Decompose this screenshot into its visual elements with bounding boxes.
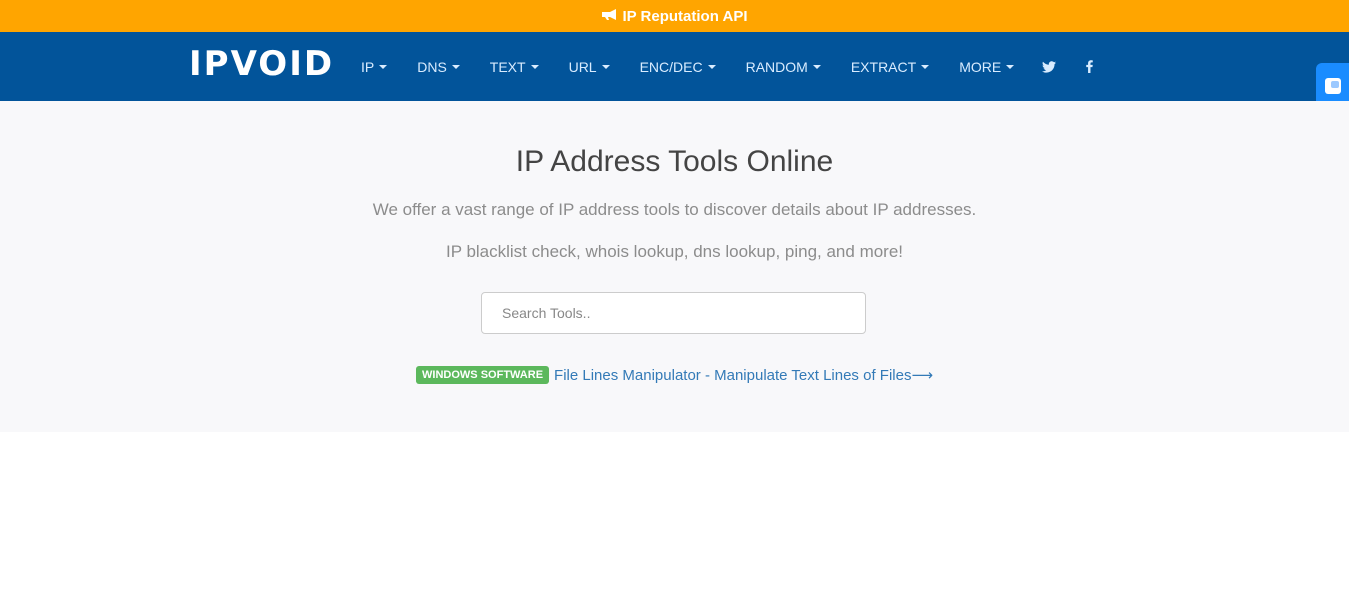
nav-url-label: URL [568,58,597,75]
page-title: IP Address Tools Online [515,145,834,178]
main-navbar: IPVOID IP DNS TEXT URL ENC/DEC RANDOM EX… [0,32,1349,101]
widget-icon [1324,77,1342,100]
promo-row: WINDOWS SOFTWARE File Lines Manipulator … [0,366,1349,384]
nav-menu: IP DNS TEXT URL ENC/DEC RANDOM EXTRACT M… [346,32,1109,101]
chevron-down-icon [379,64,388,69]
top-announcement-bar[interactable]: IP Reputation API [0,0,1349,32]
chevron-down-icon [1006,64,1015,69]
nav-random[interactable]: RANDOM [731,32,836,101]
nav-ip[interactable]: IP [346,32,402,101]
nav-random-label: RANDOM [745,58,808,75]
file-lines-manipulator-link[interactable]: File Lines Manipulator - Manipulate Text… [554,366,933,384]
nav-extract-label: EXTRACT [850,58,917,75]
nav-extract[interactable]: EXTRACT [836,32,944,101]
nav-enc-dec[interactable]: ENC/DEC [625,32,731,101]
search-tools-input[interactable] [481,292,866,334]
nav-more-label: MORE [959,58,1002,75]
nav-dns-label: DNS [417,58,447,75]
twitter-icon[interactable] [1029,32,1069,101]
chevron-down-icon [707,64,716,69]
hero-subtitle-2: IP blacklist check, whois lookup, dns lo… [445,242,904,261]
chevron-down-icon [812,64,821,69]
nav-url[interactable]: URL [554,32,625,101]
nav-dns[interactable]: DNS [402,32,475,101]
nav-more[interactable]: MORE [944,32,1029,101]
hero-section: IP Address Tools Online We offer a vast … [0,101,1349,432]
chevron-down-icon [921,64,930,69]
windows-software-badge: WINDOWS SOFTWARE [416,366,550,384]
site-logo[interactable]: IPVOID [189,44,334,84]
chevron-down-icon [601,64,610,69]
hero-subtitle-1: We offer a vast range of IP address tool… [372,200,977,219]
chevron-down-icon [451,64,460,69]
nav-enc-dec-label: ENC/DEC [639,58,703,75]
nav-ip-label: IP [361,58,375,75]
chevron-down-icon [530,64,539,69]
nav-text-label: TEXT [489,58,526,75]
megaphone-icon [601,8,617,25]
facebook-icon[interactable] [1069,32,1109,101]
ip-reputation-api-link[interactable]: IP Reputation API [622,8,747,25]
nav-text[interactable]: TEXT [475,32,554,101]
